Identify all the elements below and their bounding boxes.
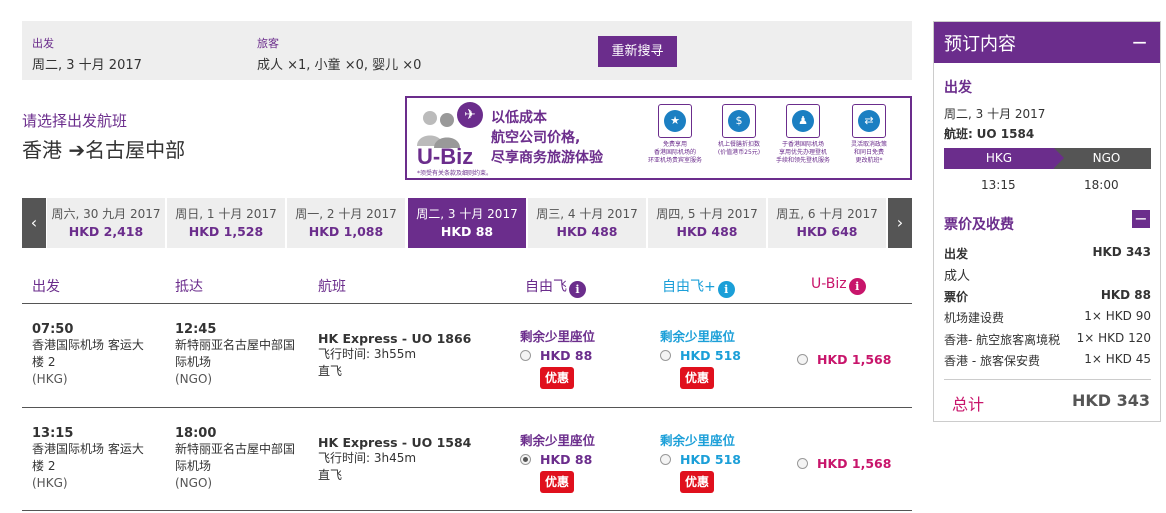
booking-summary-header: 预订内容 − [934, 22, 1160, 63]
search-summary-bar: 出发 周二, 3 十月 2017 旅客 成人 ×1, 小童 ×0, 婴儿 ×0 … [22, 21, 912, 80]
total-label: 总计 [952, 395, 985, 414]
sidebar-arr-time: 18:00 [1084, 178, 1119, 192]
route-origin: 香港 [22, 138, 62, 162]
row-divider [22, 407, 912, 408]
fee-row-fare: 票价 HKD 88 [944, 288, 1151, 304]
research-button[interactable]: 重新搜寻 [598, 36, 677, 67]
total-value: HKD 343 [1071, 391, 1150, 410]
fare-radio[interactable] [660, 350, 671, 361]
star-person-icon: ★ [658, 104, 692, 138]
sidebar-depart-heading: 出发 [944, 80, 972, 96]
header-fare-freedom: 自由飞 i [525, 276, 586, 298]
table-divider [22, 303, 912, 304]
route-prompt: 请选择出发航班 [22, 112, 128, 130]
feature-text: 灵活取消政策 和同日免费 更改航班* [850, 141, 887, 164]
header-depart: 出发 [32, 279, 60, 295]
booking-summary-title: 预订内容 [944, 34, 1016, 55]
date-tab[interactable]: 周五, 6 十月 2017 HKD 648 [768, 198, 886, 248]
fees-heading: 票价及收费 [944, 217, 1014, 233]
row2-depart: 13:15 香港国际机场 客运大 楼 2 (HKG) [32, 426, 144, 490]
route-title: 香港 ➔名古屋中部 [22, 134, 185, 163]
collapse-minus-icon[interactable]: − [1131, 30, 1148, 54]
feature-priority-checkin: ♟ 于香港国际机场 享用优先办理登机 手续和领先登机服务 [771, 104, 835, 165]
fare-radio[interactable] [797, 458, 808, 469]
ubiz-banner[interactable]: ✈ U-Biz 以低成本 航空公司价格, 尽享商务旅游体验 *须受有关条款及细则… [405, 96, 912, 180]
sidebar-dep-time: 13:15 [981, 178, 1016, 192]
sidebar-divider [944, 379, 1151, 380]
discount-cash-icon: $ [722, 104, 756, 138]
sidebar-date: 周二, 3 十月 2017 [944, 107, 1046, 121]
passenger-value: 成人 ×1, 小童 ×0, 婴儿 ×0 [257, 58, 422, 73]
date-tab[interactable]: 周六, 30 九月 2017 HKD 2,418 [47, 198, 165, 248]
route-from-code: HKG [944, 148, 1054, 169]
row1-fare-freedom: 剩余少里座位 HKD 88 优惠 [520, 326, 595, 389]
row1-fare-freedom-plus: 剩余少里座位 HKD 518 优惠 [660, 326, 741, 389]
date-selector: ‹ 周六, 30 九月 2017 HKD 2,418 周日, 1 十月 2017 H… [22, 198, 912, 248]
fare-radio[interactable] [660, 454, 671, 465]
feature-meal-discount: $ 机上餐膳折扣数 (价值港币25元) [707, 104, 771, 157]
promo-badge: 优惠 [680, 471, 714, 493]
fee-row-departure-tax: 香港- 航空旅客离境税 1× HKD 120 [944, 331, 1151, 347]
row2-fare-freedom: 剩余少里座位 HKD 88 优惠 [520, 430, 595, 493]
depart-label: 出发 [32, 37, 54, 50]
priority-checkin-icon: ♟ [786, 104, 820, 138]
business-people-icon [417, 111, 460, 148]
row1-flight: HK Express - UO 1866 飞行时间: 3h55m 直飞 [318, 331, 472, 378]
promo-badge: 优惠 [540, 471, 574, 493]
date-tab[interactable]: 周日, 1 十月 2017 HKD 1,528 [167, 198, 285, 248]
prev-dates-chevron-left-icon[interactable]: ‹ [22, 198, 46, 248]
next-dates-chevron-right-icon[interactable]: › [888, 198, 912, 248]
passenger-label: 旅客 [257, 37, 279, 50]
date-tab[interactable]: 周一, 2 十月 2017 HKD 1,088 [287, 198, 405, 248]
booking-summary-panel: 预订内容 − 出发 周二, 3 十月 2017 航班: UO 1584 HKG … [933, 21, 1161, 422]
fee-row-airport-tax: 机场建设费 1× HKD 90 [944, 309, 1151, 325]
airplane-icon: ✈ [457, 102, 483, 128]
feature-text: 于香港国际机场 享用优先办理登机 手续和领先登机服务 [775, 141, 830, 164]
sidebar-route-bar: HKG NGO [944, 148, 1151, 169]
passenger-summary: 旅客 成人 ×1, 小童 ×0, 婴儿 ×0 [257, 35, 421, 73]
row2-fare-ubiz: HKD 1,568 [797, 453, 891, 472]
fare-radio[interactable] [797, 354, 808, 365]
route-to-code: NGO [1054, 148, 1151, 169]
depart-date-summary: 出发 周二, 3 十月 2017 [32, 35, 142, 73]
date-tab-selected[interactable]: 周二, 3 十月 2017 HKD 88 [408, 198, 526, 248]
fee-row-security-fee: 香港 - 旅客保安费 1× HKD 45 [944, 352, 1151, 368]
banner-headline: 以低成本 航空公司价格, 尽享商务旅游体验 [491, 110, 603, 166]
info-icon[interactable]: i [569, 281, 586, 298]
info-icon[interactable]: i [848, 278, 866, 295]
fee-row-depart: 出发 HKD 343 [944, 245, 1151, 261]
promo-badge: 优惠 [680, 367, 714, 389]
row1-depart: 07:50 香港国际机场 客运大 楼 2 (HKG) [32, 322, 144, 386]
promo-badge: 优惠 [540, 367, 574, 389]
route-arrow-shape [1054, 148, 1064, 168]
feature-flexible-change: ⇄ 灵活取消政策 和同日免费 更改航班* [837, 104, 901, 165]
row2-fare-freedom-plus: 剩余少里座位 HKD 518 优惠 [660, 430, 741, 493]
feature-text: 机上餐膳折扣数 (价值港币25元) [717, 141, 761, 156]
header-flight: 航班 [318, 279, 346, 295]
feature-text: 免费享用 香港国际机场的 环亚机场贵宾室服务 [647, 141, 702, 164]
feature-lounge: ★ 免费享用 香港国际机场的 环亚机场贵宾室服务 [643, 104, 707, 165]
flexible-change-icon: ⇄ [852, 104, 886, 138]
date-tab[interactable]: 周四, 5 十月 2017 HKD 488 [648, 198, 766, 248]
depart-value: 周二, 3 十月 2017 [32, 58, 142, 73]
row1-arrive: 12:45 新特丽亚名古屋中部国 际机场 (NGO) [175, 322, 296, 386]
ubiz-logo: U-Biz [417, 144, 474, 169]
fare-radio[interactable] [520, 350, 531, 361]
header-arrive: 抵达 [175, 279, 203, 295]
route-arrow-icon: ➔ [68, 138, 86, 162]
banner-footnote: *须受有关条款及细则约束。 [417, 170, 493, 177]
info-icon[interactable]: i [717, 281, 735, 298]
row1-fare-ubiz: HKD 1,568 [797, 349, 891, 368]
date-tab[interactable]: 周三, 4 十月 2017 HKD 488 [528, 198, 646, 248]
row2-flight: HK Express - UO 1584 飞行时间: 3h45m 直飞 [318, 435, 472, 482]
sidebar-flight: 航班: UO 1584 [944, 127, 1035, 141]
row2-arrive: 18:00 新特丽亚名古屋中部国 际机场 (NGO) [175, 426, 296, 490]
header-fare-freedom-plus: 自由飞+ i [662, 276, 735, 298]
fee-row-adult: 成人 [944, 269, 971, 284]
route-destination: 名古屋中部 [85, 138, 186, 162]
row-divider [22, 510, 912, 511]
fare-radio-selected[interactable] [520, 454, 531, 465]
fees-collapse-minus-icon[interactable]: − [1132, 210, 1150, 228]
header-fare-ubiz: U-Biz i [811, 276, 866, 295]
